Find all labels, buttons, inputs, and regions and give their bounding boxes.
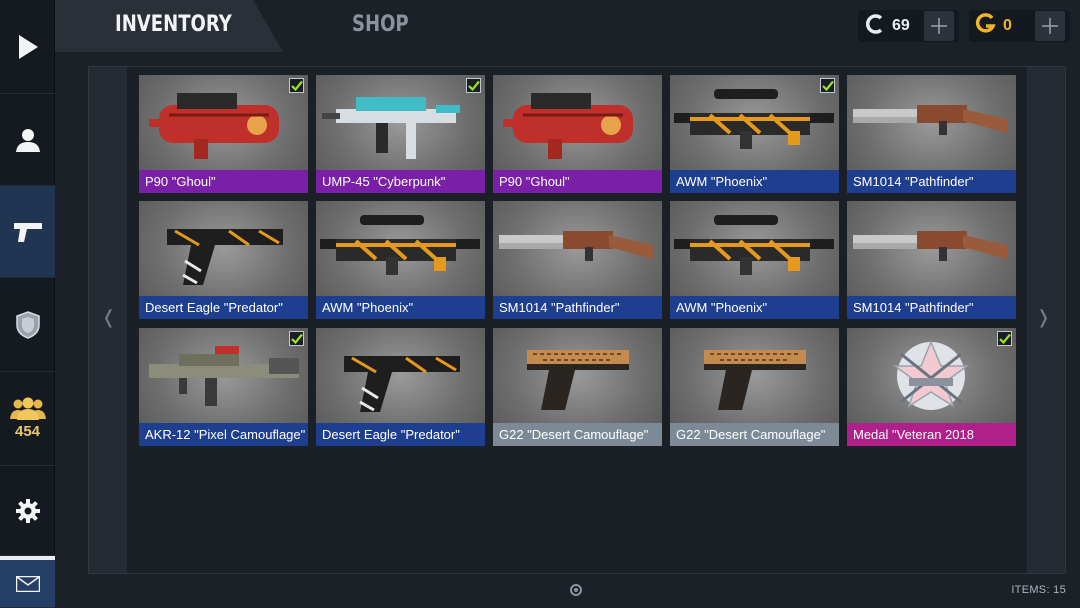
weapon-image (322, 97, 460, 159)
equipped-check-icon (289, 331, 304, 346)
inventory-item[interactable]: AWM "Phoenix" (316, 201, 485, 319)
sidebar: 454 (0, 0, 55, 608)
gold-icon (969, 12, 1003, 40)
item-name: Desert Eagle "Predator" (316, 423, 485, 446)
add-credits-button[interactable] (924, 11, 954, 41)
weapon-image (704, 350, 806, 410)
tab-shop[interactable]: SHOP (352, 12, 409, 37)
sidebar-item-inventory[interactable] (0, 186, 55, 278)
equipped-check-icon (997, 331, 1012, 346)
item-name: G22 "Desert Camouflage" (670, 423, 839, 446)
weapon-image (167, 229, 283, 285)
play-icon (18, 34, 38, 59)
item-name: SM1014 "Pathfinder" (847, 296, 1016, 319)
weapon-image (499, 231, 653, 261)
inventory-item[interactable]: P90 "Ghoul" (493, 75, 662, 193)
item-name: Desert Eagle "Predator" (139, 296, 308, 319)
user-icon (15, 128, 40, 152)
inventory-item[interactable]: P90 "Ghoul" (139, 75, 308, 193)
inventory-panel: ❬ P90 "Ghoul" UMP-45 "Cyberpunk" P90 "Ghou… (88, 66, 1066, 574)
pistol-icon (13, 222, 42, 242)
inventory-item[interactable]: SM1014 "Pathfinder" (847, 75, 1016, 193)
inventory-item[interactable]: AWM "Phoenix" (670, 75, 839, 193)
equipped-check-icon (820, 78, 835, 93)
friends-icon (9, 397, 46, 420)
weapon-image (503, 93, 633, 159)
gold-value: 0 (1003, 17, 1012, 34)
item-name: AWM "Phoenix" (670, 170, 839, 193)
tab-inventory[interactable]: INVENTORY (55, 0, 283, 52)
inventory-grid: P90 "Ghoul" UMP-45 "Cyberpunk" P90 "Ghoul"… (127, 67, 1027, 573)
item-name: G22 "Desert Camouflage" (493, 423, 662, 446)
weapon-image (527, 350, 629, 410)
inventory-item[interactable]: AKR-12 "Pixel Camouflage" (139, 328, 308, 446)
equipped-check-icon (289, 78, 304, 93)
sidebar-item-profile[interactable] (0, 94, 55, 186)
inventory-item[interactable]: G22 "Desert Camouflage" (670, 328, 839, 446)
inventory-item[interactable]: SM1014 "Pathfinder" (493, 201, 662, 319)
friends-count: 454 (14, 423, 41, 440)
item-name: AWM "Phoenix" (670, 296, 839, 319)
item-name: P90 "Ghoul" (493, 170, 662, 193)
credits-display: 69 (858, 10, 959, 42)
sidebar-item-mail[interactable] (0, 556, 55, 608)
inventory-item[interactable]: Medal "Veteran 2018 (847, 328, 1016, 446)
equipped-check-icon (466, 78, 481, 93)
tab-inventory-label: INVENTORY (115, 12, 232, 37)
sidebar-item-friends[interactable]: 454 (0, 372, 55, 466)
item-name: AKR-12 "Pixel Camouflage" (139, 423, 308, 446)
next-page-arrow[interactable]: ❭ (1036, 307, 1051, 328)
gold-display: 0 (969, 10, 1070, 42)
credits-icon (858, 13, 892, 40)
gear-icon (15, 498, 40, 523)
inventory-item[interactable]: AWM "Phoenix" (670, 201, 839, 319)
weapon-image (149, 346, 299, 406)
inventory-item[interactable]: Desert Eagle "Predator" (316, 328, 485, 446)
item-name: SM1014 "Pathfinder" (493, 296, 662, 319)
weapon-image (674, 89, 834, 149)
item-name: P90 "Ghoul" (139, 170, 308, 193)
weapon-image (853, 231, 1007, 261)
shield-icon (15, 310, 40, 339)
weapon-image (674, 215, 834, 275)
plus-icon (1042, 18, 1058, 34)
page-indicator (570, 584, 582, 596)
item-name: AWM "Phoenix" (316, 296, 485, 319)
item-name: SM1014 "Pathfinder" (847, 170, 1016, 193)
mail-icon (15, 575, 40, 592)
inventory-item[interactable]: G22 "Desert Camouflage" (493, 328, 662, 446)
weapon-image (344, 356, 460, 412)
top-bar: INVENTORY SHOP 69 0 (55, 0, 1080, 52)
add-gold-button[interactable] (1035, 11, 1065, 41)
sidebar-item-clan[interactable] (0, 278, 55, 372)
item-name: UMP-45 "Cyberpunk" (316, 170, 485, 193)
inventory-item[interactable]: Desert Eagle "Predator" (139, 201, 308, 319)
sidebar-item-play[interactable] (0, 0, 55, 94)
item-name: Medal "Veteran 2018 (847, 423, 1016, 446)
inventory-item[interactable]: SM1014 "Pathfinder" (847, 201, 1016, 319)
weapon-image (853, 105, 1007, 135)
weapon-image (149, 93, 279, 159)
credits-value: 69 (892, 17, 910, 34)
inventory-item[interactable]: UMP-45 "Cyberpunk" (316, 75, 485, 193)
sidebar-item-settings[interactable] (0, 466, 55, 556)
plus-icon (931, 18, 947, 34)
prev-page-arrow[interactable]: ❬ (101, 307, 116, 328)
items-count: ITEMS: 15 (1011, 584, 1066, 596)
weapon-image (320, 215, 480, 275)
weapon-image (892, 340, 970, 410)
